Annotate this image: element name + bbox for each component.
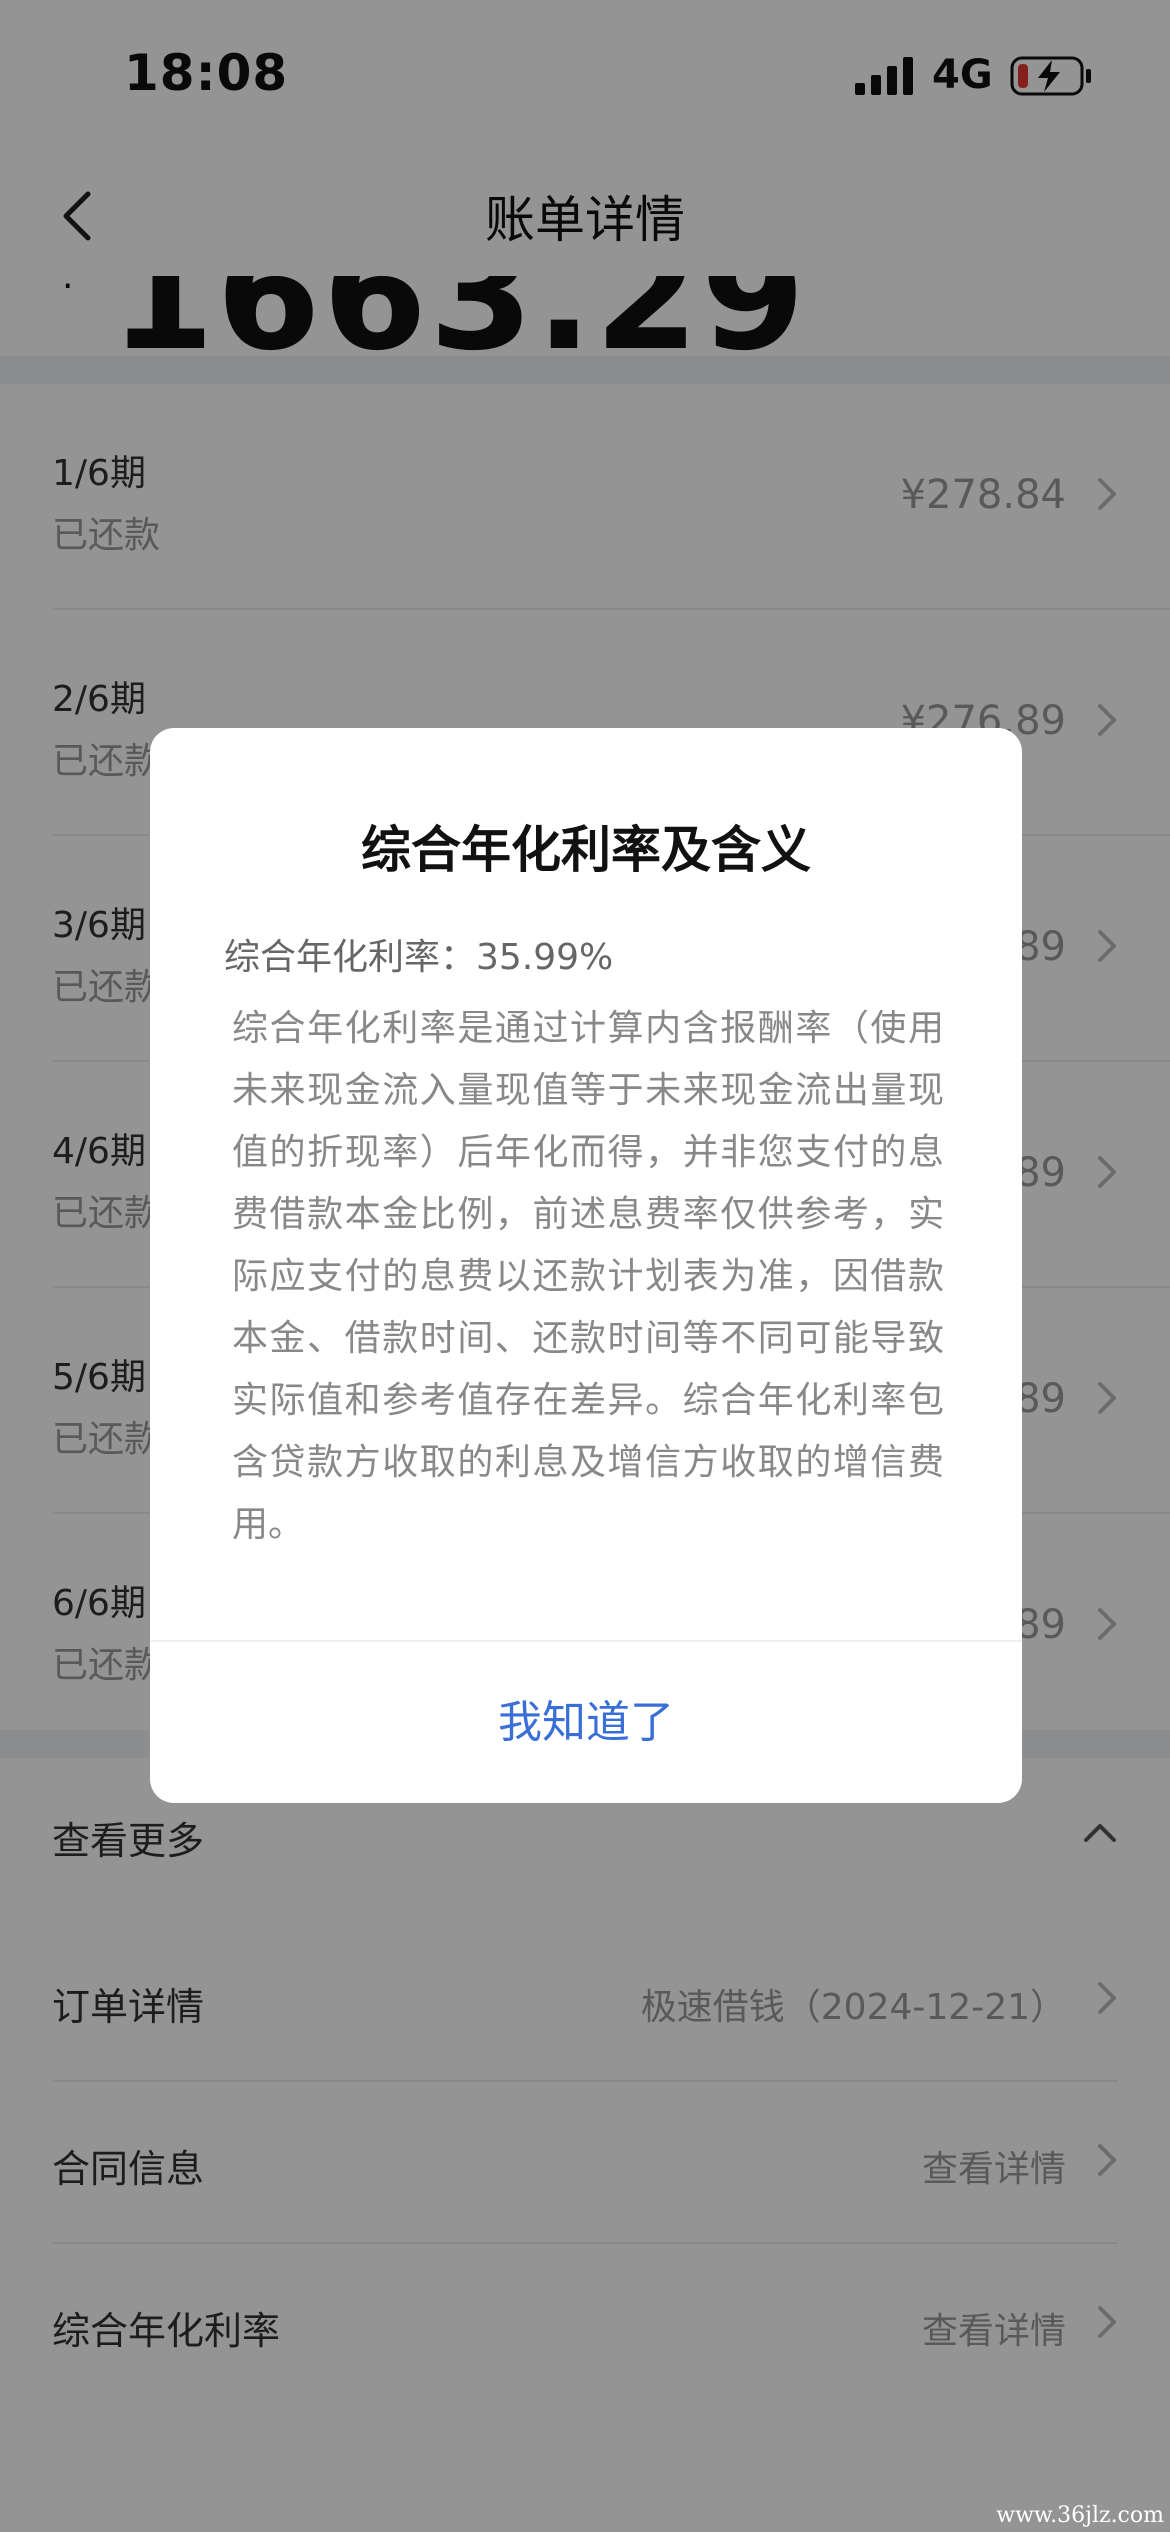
rate-info-dialog: 综合年化利率及含义 综合年化利率：35.99% 综合年化利率是通过计算内含报酬率… [150, 728, 1022, 1803]
dialog-rate-line: 综合年化利率：35.99% [224, 937, 614, 978]
confirm-button[interactable]: 我知道了 [150, 1642, 1022, 1803]
screen: 18:08 4G 账单详情 · 1663.29 1/6期 已还款 ¥2 [0, 0, 1170, 2532]
dialog-body: 综合年化利率是通过计算内含报酬率（使用未来现金流入量现值等于未来现金流出量现值的… [232, 1008, 944, 1545]
dialog-title: 综合年化利率及含义 [361, 821, 811, 879]
watermark: www.36jlz.com [996, 2503, 1164, 2528]
